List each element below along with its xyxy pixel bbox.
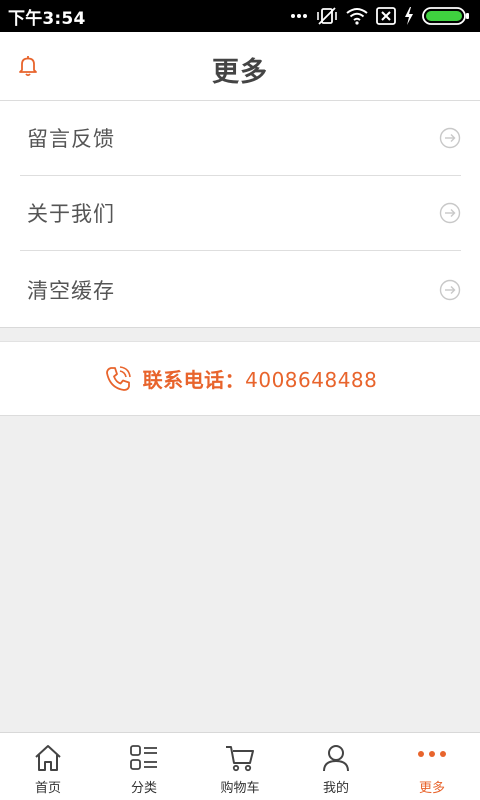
- tab-label: 购物车: [220, 781, 260, 796]
- tab-more[interactable]: 更多: [384, 733, 480, 800]
- status-bar: 下午3:54: [0, 0, 480, 32]
- more-dots-icon: [418, 751, 446, 757]
- screen: 下午3:54 更多 留言反馈 关于我们 清空缓存 联系电话：4008648488…: [0, 0, 480, 800]
- menu-item-label: 留言反馈: [27, 127, 115, 151]
- menu-item-clear-cache[interactable]: 清空缓存: [20, 252, 461, 327]
- battery-icon: [422, 7, 469, 25]
- page-title: 更多: [212, 57, 268, 88]
- sim-x-icon: [376, 7, 396, 25]
- tab-label: 分类: [130, 781, 157, 796]
- status-icons: [290, 6, 470, 26]
- menu-item-about-us[interactable]: 关于我们: [20, 176, 461, 251]
- wifi-icon: [346, 8, 368, 25]
- arrow-right-circle-icon: [439, 202, 461, 224]
- tab-home[interactable]: 首页: [0, 733, 96, 800]
- tab-mine[interactable]: 我的: [288, 733, 384, 800]
- category-list-icon: [130, 745, 157, 770]
- tab-label: 我的: [322, 781, 349, 796]
- tab-label: 首页: [34, 781, 61, 796]
- phone-icon: [105, 365, 131, 391]
- tab-bar: 首页 分类 购物车 我的 更多: [0, 732, 480, 800]
- menu-item-feedback[interactable]: 留言反馈: [20, 101, 461, 176]
- charging-icon: [405, 7, 413, 25]
- tab-category[interactable]: 分类: [96, 733, 192, 800]
- more-dots-icon: [291, 14, 307, 18]
- home-icon: [35, 745, 61, 771]
- contact-label: 联系电话：: [142, 368, 246, 392]
- menu-item-label: 关于我们: [27, 202, 115, 226]
- contact-number: 4008648488: [245, 368, 378, 392]
- arrow-right-circle-icon: [439, 279, 461, 300]
- vibrate-muted-icon: [317, 7, 337, 25]
- arrow-right-circle-icon: [439, 127, 461, 149]
- menu-item-label: 清空缓存: [27, 278, 115, 303]
- cart-icon: [226, 746, 254, 772]
- header: 更多: [0, 32, 480, 101]
- tab-label: 更多: [418, 781, 445, 796]
- menu-list: 留言反馈 关于我们 清空缓存: [0, 101, 480, 328]
- contact-text: 联系电话：4008648488: [143, 364, 378, 393]
- tab-cart[interactable]: 购物车: [192, 733, 288, 800]
- user-icon: [323, 745, 349, 772]
- contact-phone[interactable]: 联系电话：4008648488: [0, 341, 480, 416]
- status-time: 下午3:54: [8, 8, 86, 29]
